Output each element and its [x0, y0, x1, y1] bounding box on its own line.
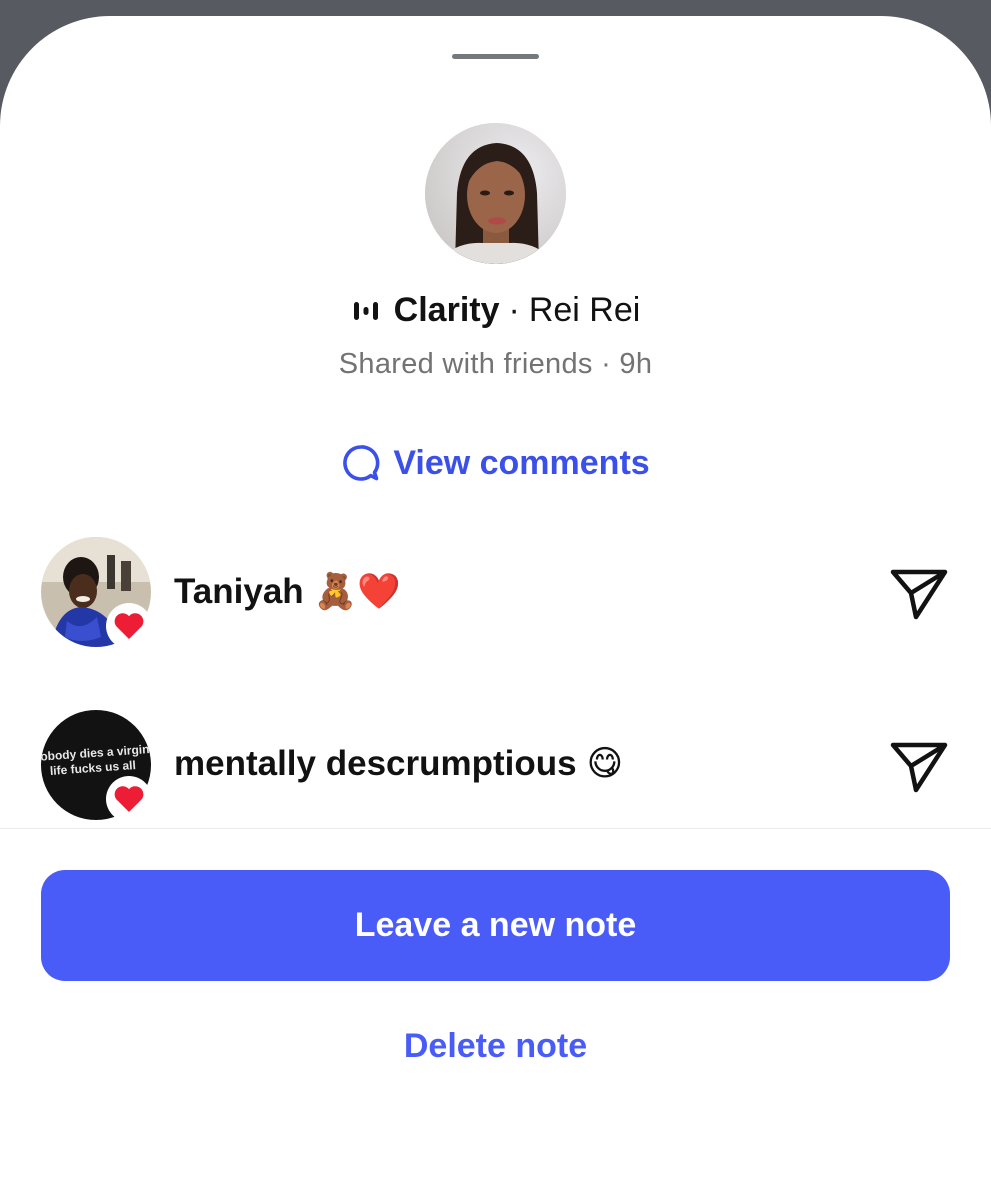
reaction-row: Taniyah 🧸❤️: [0, 537, 991, 649]
note-meta: Shared with friends · 9h: [0, 348, 991, 381]
view-comments-label: View comments: [393, 443, 650, 482]
meta-separator: ·: [601, 348, 612, 380]
song-title: Clarity: [393, 291, 500, 329]
comment-bubble-icon: [343, 445, 380, 481]
heart-icon: [114, 786, 144, 812]
view-comments-button[interactable]: View comments: [0, 443, 991, 483]
send-paper-plane-icon[interactable]: [889, 738, 949, 794]
user-emoji: 😋: [586, 744, 624, 783]
bottom-sheet: Clarity · Rei Rei Shared with friends · …: [0, 16, 991, 1200]
audience-label: Shared with friends: [338, 348, 593, 380]
heart-reaction-badge: [106, 776, 152, 822]
note-title-row[interactable]: Clarity · Rei Rei: [0, 291, 991, 330]
divider: [0, 828, 991, 829]
reaction-row: nobody dies a virgin, life fucks us all …: [0, 710, 991, 822]
reaction-user-name: Taniyah 🧸❤️: [174, 571, 401, 612]
artist-name: Rei Rei: [528, 291, 641, 329]
heart-reaction-badge: [106, 603, 152, 649]
note-age: 9h: [619, 348, 653, 380]
leave-new-note-button[interactable]: Leave a new note: [41, 870, 950, 981]
profile-avatar: [425, 123, 566, 264]
reaction-user-name: mentally descrumptious 😋: [174, 744, 623, 784]
heart-icon: [114, 613, 144, 639]
delete-note-button[interactable]: Delete note: [0, 1027, 991, 1066]
title-separator: ·: [508, 291, 520, 329]
music-bars-icon: [353, 301, 378, 320]
sheet-grabber[interactable]: [452, 54, 539, 59]
user-emoji: 🧸❤️: [313, 572, 401, 611]
user-name-text: Taniyah: [174, 572, 304, 611]
send-paper-plane-icon[interactable]: [889, 565, 949, 621]
user-name-text: mentally descrumptious: [174, 744, 577, 783]
